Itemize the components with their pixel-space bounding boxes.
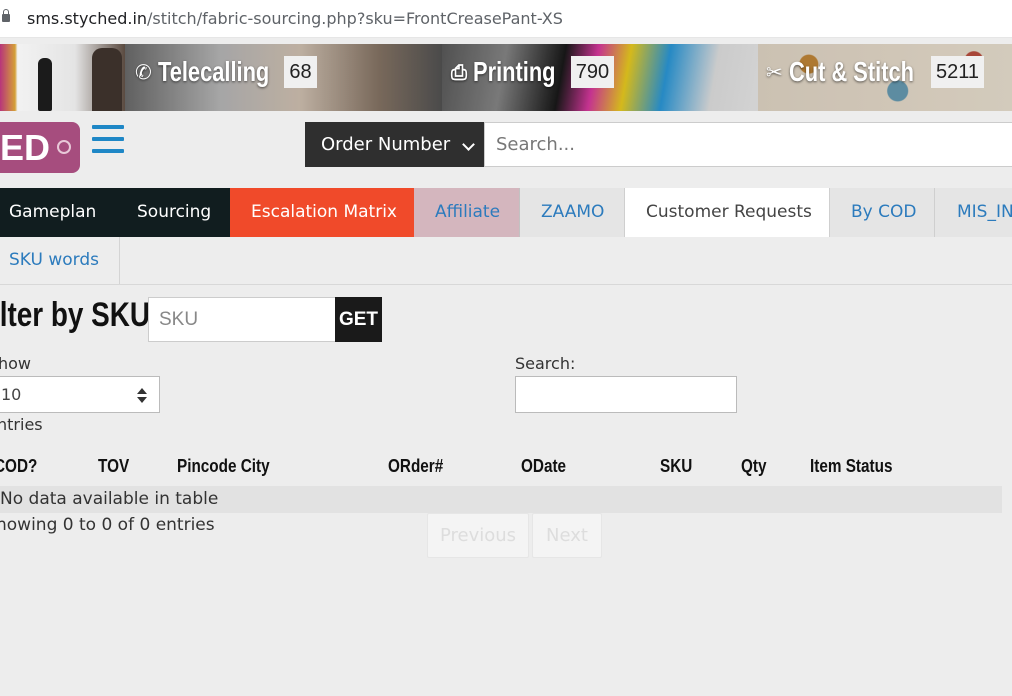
url-host: sms.styched.in: [27, 9, 148, 28]
banner-cut-stitch-count: 5211: [930, 56, 984, 88]
address-bar[interactable]: sms.styched.in/stitch/fabric-sourcing.ph…: [0, 0, 1012, 38]
next-button[interactable]: Next: [532, 513, 602, 558]
show-label: how: [0, 354, 32, 373]
search-type-select[interactable]: Order Number: [305, 122, 485, 167]
tab-sourcing[interactable]: Sourcing: [117, 188, 230, 237]
tab-customer-requests[interactable]: Customer Requests: [625, 188, 830, 237]
banner-cut-stitch[interactable]: ✂ Cut & Stitch 5211: [758, 44, 1012, 111]
banner-printing[interactable]: ⎙ Printing 790: [442, 44, 758, 111]
tab-affiliate[interactable]: Affiliate: [414, 188, 520, 237]
column-header-tov[interactable]: TOV: [98, 456, 129, 477]
table-search-label: Search:: [515, 354, 576, 373]
tab-sku-words[interactable]: SKU words: [0, 237, 120, 284]
entries-label: ntries: [0, 415, 43, 434]
column-header-pincode-city[interactable]: Pincode City: [177, 456, 270, 477]
banner-printing-count: 790: [570, 56, 615, 88]
page-length-value: 10: [1, 385, 22, 404]
menu-icon[interactable]: [92, 125, 124, 153]
tab-gameplan[interactable]: Gameplan: [0, 188, 117, 237]
printer-icon: ⎙: [451, 60, 467, 84]
lock-icon: [2, 9, 10, 22]
table-info: howing 0 to 0 of 0 entries: [0, 515, 215, 535]
column-header-item-status[interactable]: Item Status: [810, 456, 892, 477]
sort-down-icon: [137, 397, 147, 403]
scissors-icon: ✂: [766, 60, 783, 84]
banner-printing-label: Printing: [473, 56, 556, 87]
logo-text: ED: [0, 127, 51, 168]
url-path: /stitch/fabric-sourcing.php?sku=FrontCre…: [147, 9, 563, 28]
tab-by-cod[interactable]: By COD: [830, 188, 935, 237]
search-type-label: Order Number: [321, 134, 451, 155]
page-length-select[interactable]: 10: [0, 376, 160, 413]
url-text[interactable]: sms.styched.in/stitch/fabric-sourcing.ph…: [27, 9, 563, 28]
sub-nav: SKU words: [0, 237, 1012, 285]
banner-telecalling-count: 68: [284, 56, 317, 88]
tab-zaamo[interactable]: ZAAMO: [520, 188, 625, 237]
banner-telecalling[interactable]: ✆ Telecalling 68: [125, 44, 442, 111]
tab-escalation-matrix[interactable]: Escalation Matrix: [230, 188, 414, 237]
column-header-odate[interactable]: ODate: [521, 456, 566, 477]
get-button[interactable]: GET: [335, 297, 382, 342]
table-search-input[interactable]: [515, 376, 737, 413]
logo-badge-icon: [57, 140, 71, 154]
banner-image-models: [0, 44, 125, 111]
chevron-down-icon: [462, 138, 475, 151]
order-search-input[interactable]: [484, 122, 1012, 167]
column-header-order[interactable]: ORder#: [388, 456, 443, 477]
tab-mis-in[interactable]: MIS_IN: [935, 188, 1012, 237]
column-header-sku[interactable]: SKU: [660, 456, 692, 477]
previous-button[interactable]: Previous: [427, 513, 529, 558]
phone-icon: ✆: [135, 60, 152, 84]
brand-logo[interactable]: ED: [0, 122, 80, 173]
column-header-qty[interactable]: Qty: [741, 456, 767, 477]
stats-banner: ✆ Telecalling 68 ⎙ Printing 790 ✂ Cut & …: [0, 44, 1012, 111]
main-nav: Gameplan Sourcing Escalation Matrix Affi…: [0, 188, 1012, 238]
sort-up-icon: [137, 388, 147, 394]
banner-cut-stitch-label: Cut & Stitch: [788, 56, 914, 87]
sku-input[interactable]: [148, 297, 336, 342]
filter-title: ilter by SKU: [0, 296, 151, 334]
banner-telecalling-label: Telecalling: [157, 56, 270, 87]
table-empty-row: No data available in table: [0, 486, 1002, 513]
column-header-cod[interactable]: COD?: [0, 456, 37, 477]
